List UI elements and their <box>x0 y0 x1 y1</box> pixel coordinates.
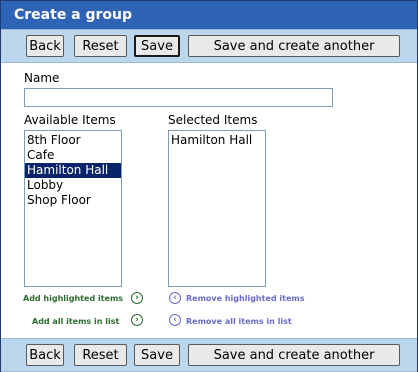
arrow-left-circle-icon[interactable]: ‹ <box>169 292 181 304</box>
add-highlighted-items-link[interactable]: Add highlighted items <box>23 294 123 303</box>
selected-item[interactable]: Hamilton Hall <box>169 133 265 148</box>
available-item[interactable]: 8th Floor <box>25 133 121 148</box>
save-button[interactable]: Save <box>134 35 180 57</box>
back-button[interactable]: Back <box>26 344 64 366</box>
panel-title: Create a group <box>1 1 417 29</box>
selected-items-list[interactable]: Hamilton Hall <box>168 130 266 287</box>
create-group-panel: Create a group Back Reset Save Save and … <box>0 0 418 372</box>
available-items-list[interactable]: 8th Floor Cafe Hamilton Hall Lobby Shop … <box>24 130 122 287</box>
available-item[interactable]: Lobby <box>25 178 121 193</box>
available-item[interactable]: Shop Floor <box>25 193 121 208</box>
reset-button[interactable]: Reset <box>74 344 127 366</box>
add-all-items-link[interactable]: Add all items in list <box>32 317 119 326</box>
available-items-label: Available Items <box>24 113 116 127</box>
available-item[interactable]: Cafe <box>25 148 121 163</box>
back-button[interactable]: Back <box>26 35 64 57</box>
arrow-left-circle-icon[interactable]: ‹ <box>169 314 181 326</box>
save-and-create-another-button[interactable]: Save and create another <box>188 344 400 366</box>
save-and-create-another-button[interactable]: Save and create another <box>188 35 400 57</box>
arrow-right-circle-icon[interactable]: › <box>131 314 143 326</box>
reset-button[interactable]: Reset <box>74 35 127 57</box>
name-label: Name <box>24 71 60 85</box>
save-button[interactable]: Save <box>134 344 180 366</box>
selected-items-label: Selected Items <box>168 113 258 127</box>
bottom-toolbar: Back Reset Save Save and create another <box>1 338 417 372</box>
remove-all-items-link[interactable]: Remove all items in list <box>186 317 292 326</box>
name-input[interactable] <box>24 88 333 107</box>
remove-highlighted-items-link[interactable]: Remove highlighted items <box>186 294 304 303</box>
available-item-highlighted[interactable]: Hamilton Hall <box>25 163 121 178</box>
top-toolbar: Back Reset Save Save and create another <box>1 29 417 63</box>
arrow-right-circle-icon[interactable]: › <box>131 292 143 304</box>
